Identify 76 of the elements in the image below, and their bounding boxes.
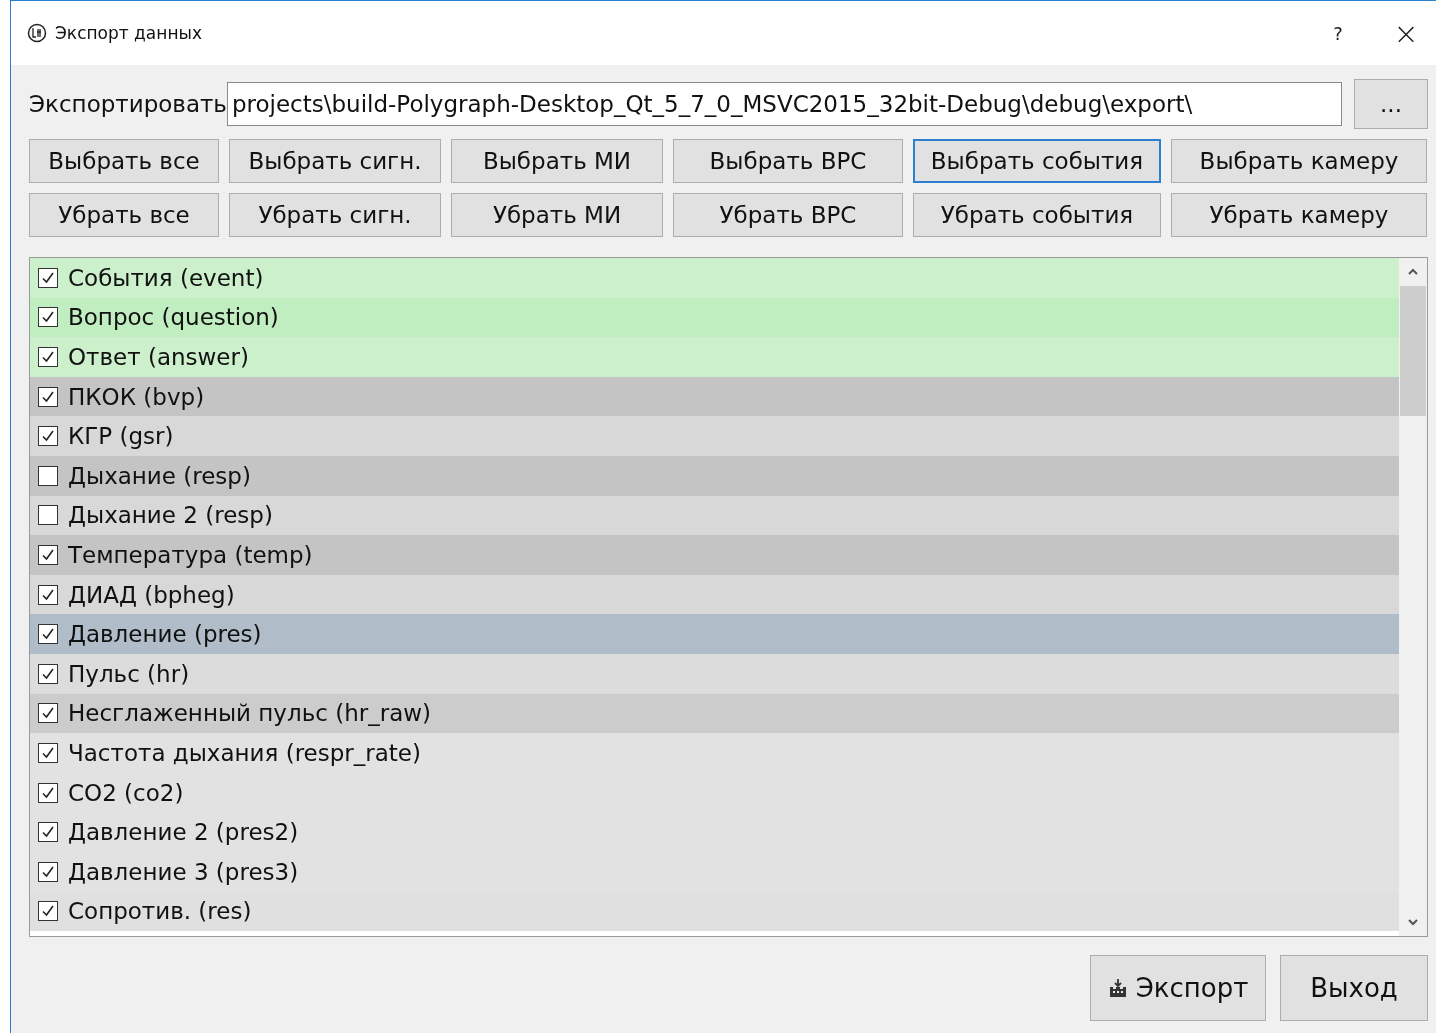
checkbox[interactable] xyxy=(38,901,58,922)
channel-label: ДИАД (bpheg) xyxy=(68,581,235,608)
clear-button[interactable]: Убрать сигн. xyxy=(229,193,441,237)
browse-button[interactable]: ... xyxy=(1354,79,1428,129)
help-button[interactable]: ? xyxy=(1308,11,1368,55)
channel-label: Частота дыхания (respr_rate) xyxy=(68,739,421,766)
select-button[interactable]: Выбрать сигн. xyxy=(229,139,441,183)
export-button[interactable]: Экспорт xyxy=(1090,955,1266,1021)
channel-row[interactable]: Давление 2 (pres2) xyxy=(30,812,1399,852)
window-title: Экспорт данных xyxy=(55,23,202,43)
clear-button[interactable]: Убрать все xyxy=(29,193,219,237)
channel-label: Температура (temp) xyxy=(68,541,313,568)
close-button[interactable]: × xyxy=(1376,11,1436,55)
select-button[interactable]: Выбрать все xyxy=(29,139,219,183)
channel-row[interactable]: ДИАД (bpheg) xyxy=(30,574,1399,615)
channel-row[interactable]: Температура (temp) xyxy=(30,535,1399,575)
checkbox[interactable] xyxy=(38,426,58,447)
channel-row[interactable]: Вопрос (question) xyxy=(30,297,1399,338)
channel-row[interactable]: События (event) xyxy=(30,258,1399,298)
channel-row[interactable]: КГР (gsr) xyxy=(30,416,1399,456)
channel-label: Дыхание 2 (resp) xyxy=(68,502,273,529)
channel-row[interactable]: Сопротив. (res) xyxy=(30,891,1399,932)
clear-button[interactable]: Убрать ВРС xyxy=(673,193,903,237)
checkbox[interactable] xyxy=(38,742,58,763)
select-button[interactable]: Выбрать ВРС xyxy=(673,139,903,183)
checkbox[interactable] xyxy=(38,584,58,605)
channel-row[interactable]: Дыхание 2 (resp) xyxy=(30,495,1399,536)
channel-label: КГР (gsr) xyxy=(68,423,174,450)
channel-row[interactable]: Частота дыхания (respr_rate) xyxy=(30,733,1399,773)
channel-label: Вопрос (question) xyxy=(68,304,279,331)
export-icon xyxy=(1107,978,1128,998)
checkbox[interactable] xyxy=(38,505,58,526)
checkbox[interactable] xyxy=(38,307,58,328)
checkbox[interactable] xyxy=(38,465,58,486)
checkbox[interactable] xyxy=(38,386,58,407)
channel-row[interactable]: Несглаженный пульс (hr_raw) xyxy=(30,693,1399,734)
channel-label: ПКОК (bvp) xyxy=(68,383,205,410)
channel-row[interactable]: CO2 (co2) xyxy=(30,772,1399,813)
channel-label: Давление 2 (pres2) xyxy=(68,819,299,846)
channel-label: Сопротив. (res) xyxy=(68,898,252,925)
select-button[interactable]: Выбрать МИ xyxy=(451,139,663,183)
scrollbar-thumb[interactable] xyxy=(1400,286,1426,416)
checkbox[interactable] xyxy=(38,663,58,684)
clear-button[interactable]: Убрать камеру xyxy=(1171,193,1427,237)
channel-row[interactable]: Дыхание (resp) xyxy=(30,455,1399,496)
app-logo-icon xyxy=(27,23,47,43)
channel-row[interactable]: Ответ (answer) xyxy=(30,337,1399,377)
checkbox[interactable] xyxy=(38,822,58,843)
channel-row[interactable]: ПКОК (bvp) xyxy=(30,376,1399,417)
checkbox[interactable] xyxy=(38,544,58,565)
channel-label: CO2 (co2) xyxy=(68,779,184,806)
channel-row[interactable]: Пульс (hr) xyxy=(30,653,1399,694)
checkbox[interactable] xyxy=(38,782,58,803)
checkbox[interactable] xyxy=(38,703,58,724)
channel-label: Давление 3 (pres3) xyxy=(68,858,299,885)
export-path-label: Экспортировать xyxy=(29,91,227,117)
export-path-field[interactable]: projects\build-Polygraph-Desktop_Qt_5_7_0_MSVC2015_32bit-Debug\debug\export\ xyxy=(226,82,1342,126)
channel-label: Несглаженный пульс (hr_raw) xyxy=(68,700,432,727)
checkbox[interactable] xyxy=(38,347,58,367)
channel-label: Дыхание (resp) xyxy=(68,462,251,489)
channel-row[interactable]: Давление 3 (pres3) xyxy=(30,851,1399,892)
channel-label: События (event) xyxy=(68,264,264,291)
channel-label: Ответ (answer) xyxy=(68,344,249,370)
clear-button[interactable]: Убрать события xyxy=(913,193,1161,237)
select-button[interactable]: Выбрать камеру xyxy=(1171,139,1427,183)
channel-label: Пульс (hr) xyxy=(68,660,190,687)
exit-button[interactable]: Выход xyxy=(1280,955,1428,1021)
channel-label: Давление (pres) xyxy=(68,621,262,648)
scroll-up-icon[interactable] xyxy=(1407,268,1419,276)
select-button[interactable]: Выбрать события xyxy=(913,139,1161,183)
checkbox[interactable] xyxy=(38,624,58,645)
channel-row[interactable]: Давление (pres) xyxy=(30,614,1399,654)
scroll-down-icon[interactable] xyxy=(1407,918,1419,926)
checkbox[interactable] xyxy=(38,861,58,882)
checkbox[interactable] xyxy=(38,267,58,288)
clear-button[interactable]: Убрать МИ xyxy=(451,193,663,237)
